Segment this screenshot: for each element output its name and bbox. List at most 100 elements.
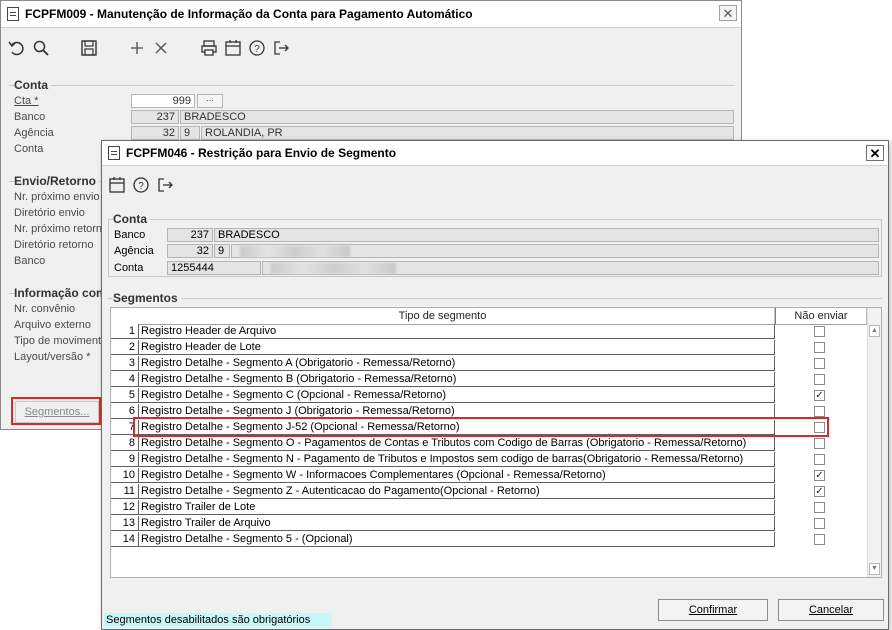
segment-type-cell: Registro Trailer de Arquivo bbox=[139, 516, 775, 531]
nao-enviar-checkbox[interactable] bbox=[814, 438, 825, 449]
table-row[interactable]: 8 Registro Detalhe - Segmento O - Pagamen… bbox=[111, 436, 775, 452]
col-tipo-segmento[interactable]: Tipo de segmento bbox=[111, 308, 775, 324]
nao-enviar-checkbox[interactable] bbox=[814, 534, 825, 545]
info-group-label: Informação com bbox=[14, 286, 105, 300]
segment-restriction-dialog: FCPFM046 - Restrição para Envio de Segme… bbox=[101, 140, 889, 630]
segment-type-cell: Registro Header de Arquivo bbox=[139, 324, 775, 339]
calendar-icon[interactable] bbox=[223, 38, 243, 58]
exit-icon[interactable] bbox=[155, 175, 175, 195]
dlg-agencia-code: 32 bbox=[167, 244, 213, 258]
info-label-0: Nr. convênio bbox=[14, 303, 76, 315]
dlg-banco-name: BRADESCO bbox=[214, 228, 879, 242]
exit-icon[interactable] bbox=[271, 38, 291, 58]
segment-type-cell: Registro Detalhe - Segmento C (Opcional … bbox=[139, 388, 775, 403]
bg-agencia-name: ROLANDIA, PR bbox=[201, 126, 734, 140]
scroll-up-arrow[interactable]: ▲ bbox=[869, 325, 880, 337]
document-icon bbox=[108, 146, 120, 160]
segment-type-cell: Registro Detalhe - Segmento Z - Autentic… bbox=[139, 484, 775, 499]
envio-group-label: Envio/Retorno bbox=[14, 174, 100, 188]
row-number: 11 bbox=[111, 484, 139, 499]
segment-type-cell: Registro Detalhe - Segmento A (Obrigator… bbox=[139, 356, 775, 371]
row-number: 12 bbox=[111, 500, 139, 515]
segment-type-cell: Registro Trailer de Lote bbox=[139, 500, 775, 515]
segment-type-cell: Registro Detalhe - Segmento N - Pagament… bbox=[139, 452, 775, 467]
nao-enviar-checkbox[interactable]: ✓ bbox=[814, 486, 825, 497]
info-label-2: Tipo de movimento bbox=[14, 335, 102, 347]
row-number: 9 bbox=[111, 452, 139, 467]
row-number: 5 bbox=[111, 388, 139, 403]
row-number: 3 bbox=[111, 356, 139, 371]
table-row[interactable]: 14 Registro Detalhe - Segmento 5 - (Opcio… bbox=[111, 532, 775, 548]
bg-agencia-label: Agência bbox=[14, 127, 54, 139]
dlg-banco-code: 237 bbox=[167, 228, 213, 242]
nao-enviar-checkbox[interactable] bbox=[814, 502, 825, 513]
segmentos-button-highlight bbox=[11, 397, 101, 425]
segmentos-group-line bbox=[108, 298, 882, 299]
cta-lookup-button[interactable]: ⋯ bbox=[197, 94, 223, 108]
document-icon bbox=[7, 7, 19, 21]
nao-enviar-checkbox[interactable] bbox=[814, 326, 825, 337]
bg-toolbar: ? bbox=[1, 34, 741, 62]
info-label-3: Layout/versão * bbox=[14, 351, 91, 363]
dlg-conta-label: Conta bbox=[114, 262, 144, 274]
nao-enviar-checkbox[interactable]: ✓ bbox=[814, 470, 825, 481]
table-row[interactable]: 11 Registro Detalhe - Segmento Z - Autent… bbox=[111, 484, 775, 500]
table-row[interactable]: 5 Registro Detalhe - Segmento C (Opcional… bbox=[111, 388, 775, 404]
scroll-down-arrow[interactable]: ▼ bbox=[869, 563, 880, 575]
cancel-button[interactable]: Cancelar bbox=[778, 599, 884, 621]
help-icon[interactable]: ? bbox=[131, 175, 151, 195]
calendar-icon[interactable] bbox=[107, 175, 127, 195]
bg-conta-label: Conta bbox=[14, 143, 44, 155]
bg-title-bar: FCPFM009 - Manutenção de Informação da C… bbox=[1, 1, 741, 28]
nao-enviar-checkbox[interactable] bbox=[814, 406, 825, 417]
add-icon[interactable] bbox=[127, 38, 147, 58]
dialog-close-button[interactable]: ✕ bbox=[866, 145, 884, 161]
table-row[interactable]: 9 Registro Detalhe - Segmento N - Pagamen… bbox=[111, 452, 775, 468]
nao-enviar-checkbox[interactable] bbox=[814, 454, 825, 465]
bg-banco-code: 237 bbox=[131, 110, 179, 124]
nao-enviar-checkbox[interactable] bbox=[814, 358, 825, 369]
table-row[interactable]: 4 Registro Detalhe - Segmento B (Obrigato… bbox=[111, 372, 775, 388]
print-icon[interactable] bbox=[199, 38, 219, 58]
table-row[interactable]: 2 Registro Header de Lote bbox=[111, 340, 775, 356]
row-number: 2 bbox=[111, 340, 139, 355]
table-row[interactable]: 3 Registro Detalhe - Segmento A (Obrigato… bbox=[111, 356, 775, 372]
bg-conta-group-line bbox=[9, 85, 735, 86]
row-number: 8 bbox=[111, 436, 139, 451]
nao-enviar-checkbox[interactable] bbox=[814, 518, 825, 529]
segmentos-group-label: Segmentos bbox=[113, 291, 181, 305]
save-icon[interactable] bbox=[79, 38, 99, 58]
dlg-banco-label: Banco bbox=[114, 229, 146, 241]
envio-label-2: Nr. próximo retorno bbox=[14, 223, 102, 235]
row-number: 4 bbox=[111, 372, 139, 387]
segment-type-cell: Registro Detalhe - Segmento 5 - (Opciona… bbox=[139, 532, 775, 547]
info-label-1: Arquivo externo bbox=[14, 319, 92, 331]
dlg-conta-value: 1255444 bbox=[167, 261, 261, 275]
grid-header: Tipo de segmento Não enviar bbox=[111, 308, 867, 325]
dlg-agencia-dv: 9 bbox=[214, 244, 230, 258]
table-row[interactable]: 12 Registro Trailer de Lote bbox=[111, 500, 775, 516]
help-icon[interactable]: ? bbox=[247, 38, 267, 58]
search-icon[interactable] bbox=[31, 38, 51, 58]
delete-icon[interactable] bbox=[151, 38, 171, 58]
row-number: 13 bbox=[111, 516, 139, 531]
grid-vertical-scrollbar[interactable]: ▲ ▼ bbox=[867, 308, 881, 577]
undo-icon[interactable] bbox=[7, 38, 27, 58]
dialog-title-bar: FCPFM046 - Restrição para Envio de Segme… bbox=[102, 141, 888, 166]
cta-input[interactable]: 999 bbox=[131, 94, 195, 108]
dlg-agencia-label: Agência bbox=[114, 245, 154, 257]
table-row[interactable]: 10 Registro Detalhe - Segmento W - Inform… bbox=[111, 468, 775, 484]
table-row[interactable]: 13 Registro Trailer de Arquivo bbox=[111, 516, 775, 532]
col-nao-enviar[interactable]: Não enviar bbox=[775, 308, 867, 324]
envio-label-0: Nr. próximo envio bbox=[14, 191, 100, 203]
bg-close-button[interactable]: ✕ bbox=[719, 5, 737, 21]
confirm-button[interactable]: Confirmar bbox=[658, 599, 768, 621]
row-number: 14 bbox=[111, 532, 139, 547]
nao-enviar-checkbox[interactable]: ✓ bbox=[814, 390, 825, 401]
nao-enviar-checkbox[interactable] bbox=[814, 342, 825, 353]
nao-enviar-checkbox[interactable] bbox=[814, 374, 825, 385]
table-row[interactable]: 1 Registro Header de Arquivo bbox=[111, 324, 775, 340]
envio-label-4: Banco bbox=[14, 255, 46, 267]
svg-text:?: ? bbox=[138, 181, 144, 192]
segments-grid: Tipo de segmento Não enviar 1 Registro He… bbox=[110, 307, 882, 578]
